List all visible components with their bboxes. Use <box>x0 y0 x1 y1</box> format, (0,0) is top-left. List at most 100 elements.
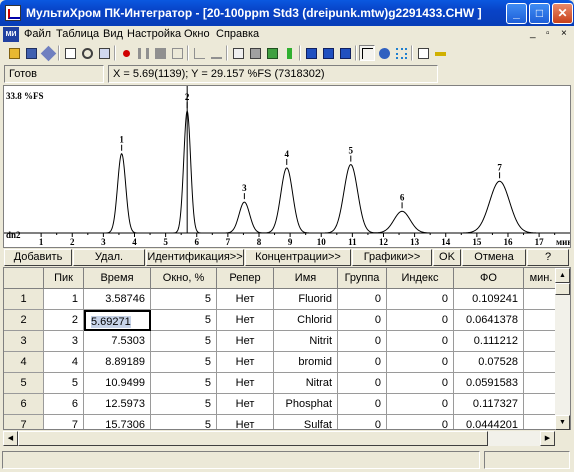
window-cascade-icon[interactable] <box>320 45 336 61</box>
stop-icon[interactable] <box>152 45 168 61</box>
table-cell[interactable]: 0 <box>387 331 454 352</box>
window-split-icon[interactable] <box>337 45 353 61</box>
row-header[interactable]: 1 <box>4 289 44 310</box>
table-cell[interactable]: 7 <box>44 415 84 429</box>
table-cell[interactable] <box>524 415 559 429</box>
table-cell[interactable]: 5 <box>151 310 217 331</box>
table-cell[interactable]: bromid <box>274 352 338 373</box>
table-cell[interactable]: Нет <box>217 415 274 429</box>
table-cell[interactable]: 5 <box>151 373 217 394</box>
chromatogram-plot[interactable]: 33.8 %FSdn21 2 3 4 5 6 7 8 9 10 11 12 13 14 15 16 17 мин1… <box>4 86 570 247</box>
help-icon[interactable] <box>415 45 431 61</box>
table-cell[interactable] <box>524 394 559 415</box>
menu-file[interactable]: Файл <box>24 28 51 40</box>
table-cell[interactable]: Нет <box>217 331 274 352</box>
key-icon[interactable] <box>432 45 448 61</box>
table-cell[interactable]: 5 <box>151 394 217 415</box>
row-header[interactable]: 6 <box>4 394 44 415</box>
table-cell[interactable]: Нет <box>217 310 274 331</box>
close-button[interactable]: ✕ <box>552 3 573 24</box>
table-cell[interactable]: 0 <box>387 289 454 310</box>
save-icon[interactable] <box>23 45 39 61</box>
app-icon[interactable] <box>5 5 21 21</box>
table-cell[interactable] <box>524 289 559 310</box>
check-icon[interactable] <box>264 45 280 61</box>
help-button[interactable]: ? <box>527 249 569 266</box>
row-header[interactable]: 7 <box>4 415 44 429</box>
table-cell[interactable]: 2 <box>44 310 84 331</box>
table-cell[interactable]: 5 <box>151 352 217 373</box>
table-cell[interactable]: 0 <box>338 415 387 429</box>
table-cell[interactable]: 0.0591583 <box>454 373 524 394</box>
table-cell[interactable]: 0 <box>338 289 387 310</box>
table-cell[interactable]: Нет <box>217 352 274 373</box>
table-cell[interactable]: Нет <box>217 394 274 415</box>
menu-settings[interactable]: Настройка <box>127 28 181 40</box>
table-cell[interactable]: 0 <box>338 373 387 394</box>
table-cell[interactable]: 1 <box>44 289 84 310</box>
table-cell[interactable]: Sulfat <box>274 415 338 429</box>
scroll-down-button[interactable]: ▼ <box>555 415 570 430</box>
table-cell[interactable]: Phosphat <box>274 394 338 415</box>
table-cell[interactable]: 0.0444201 <box>454 415 524 429</box>
peaks-icon[interactable] <box>230 45 246 61</box>
column-header[interactable]: Окно, % <box>151 268 217 289</box>
table-cell[interactable]: 0 <box>338 310 387 331</box>
row-header[interactable]: 4 <box>4 352 44 373</box>
horizontal-scrollbar[interactable]: ◀ ▶ <box>3 431 555 446</box>
method-icon[interactable] <box>40 45 57 62</box>
table-cell[interactable]: 0.0641378 <box>454 310 524 331</box>
table-cell[interactable]: 10.9499 <box>84 373 151 394</box>
chromatogram[interactable]: 33.8 %FS dn2 1 2 3 4 5 6 7 8 9 10 11 12 13 14 15 16 17 мин 1… <box>3 85 571 248</box>
column-header[interactable]: ФО <box>454 268 524 289</box>
zoom-icon[interactable] <box>376 45 392 61</box>
calibration-icon[interactable] <box>169 45 185 61</box>
table-cell[interactable]: Нет <box>217 289 274 310</box>
column-header[interactable]: Время <box>84 268 151 289</box>
cancel-button[interactable]: Отмена <box>462 249 526 266</box>
column-header[interactable]: мин. <box>524 268 559 289</box>
pause-icon[interactable] <box>135 45 151 61</box>
open-icon[interactable] <box>6 45 22 61</box>
table-cell[interactable]: 0.117327 <box>454 394 524 415</box>
row-header[interactable]: 2 <box>4 310 44 331</box>
table-cell[interactable]: Нет <box>217 373 274 394</box>
vertical-scrollbar[interactable]: ▲ ▼ <box>555 268 570 430</box>
table-cell[interactable]: 5 <box>151 289 217 310</box>
menu-view[interactable]: Вид <box>103 28 123 40</box>
table-cell[interactable]: Chlorid <box>274 310 338 331</box>
baseline-icon[interactable] <box>208 45 224 61</box>
table-cell[interactable]: 0.111212 <box>454 331 524 352</box>
filter-icon[interactable] <box>281 45 297 61</box>
hscroll-thumb[interactable] <box>18 431 488 446</box>
table-cell[interactable]: 3 <box>44 331 84 352</box>
add-button[interactable]: Добавить <box>4 249 72 266</box>
document-icon[interactable]: МИ <box>3 27 19 42</box>
concentrations-button[interactable]: Концентрации>> <box>245 249 351 266</box>
cursor-icon[interactable] <box>359 45 375 61</box>
table-cell[interactable]: 4 <box>44 352 84 373</box>
table-cell[interactable]: 5 <box>151 415 217 429</box>
column-header[interactable]: Группа <box>338 268 387 289</box>
table-cell[interactable]: 0.07528 <box>454 352 524 373</box>
column-header[interactable]: Имя <box>274 268 338 289</box>
table-cell[interactable] <box>524 373 559 394</box>
graph-icon[interactable] <box>191 45 207 61</box>
mdi-restore-button[interactable]: ▫ <box>546 28 550 39</box>
delete-button[interactable]: Удал. <box>73 249 145 266</box>
menu-window[interactable]: Окно <box>184 28 210 40</box>
table-cell[interactable] <box>524 310 559 331</box>
mdi-close-button[interactable]: × <box>561 28 567 39</box>
menu-table[interactable]: Таблица <box>56 28 99 40</box>
table-cell[interactable]: 0 <box>338 352 387 373</box>
table-cell[interactable]: 15.7306 <box>84 415 151 429</box>
search-icon[interactable] <box>79 45 95 61</box>
table-cell[interactable]: 0 <box>387 415 454 429</box>
table-cell[interactable] <box>524 352 559 373</box>
column-header[interactable]: Индекс <box>387 268 454 289</box>
window-tile-icon[interactable] <box>303 45 319 61</box>
row-header[interactable]: 3 <box>4 331 44 352</box>
table-cell[interactable]: 0.109241 <box>454 289 524 310</box>
menu-help[interactable]: Справка <box>216 28 259 40</box>
row-header[interactable]: 5 <box>4 373 44 394</box>
